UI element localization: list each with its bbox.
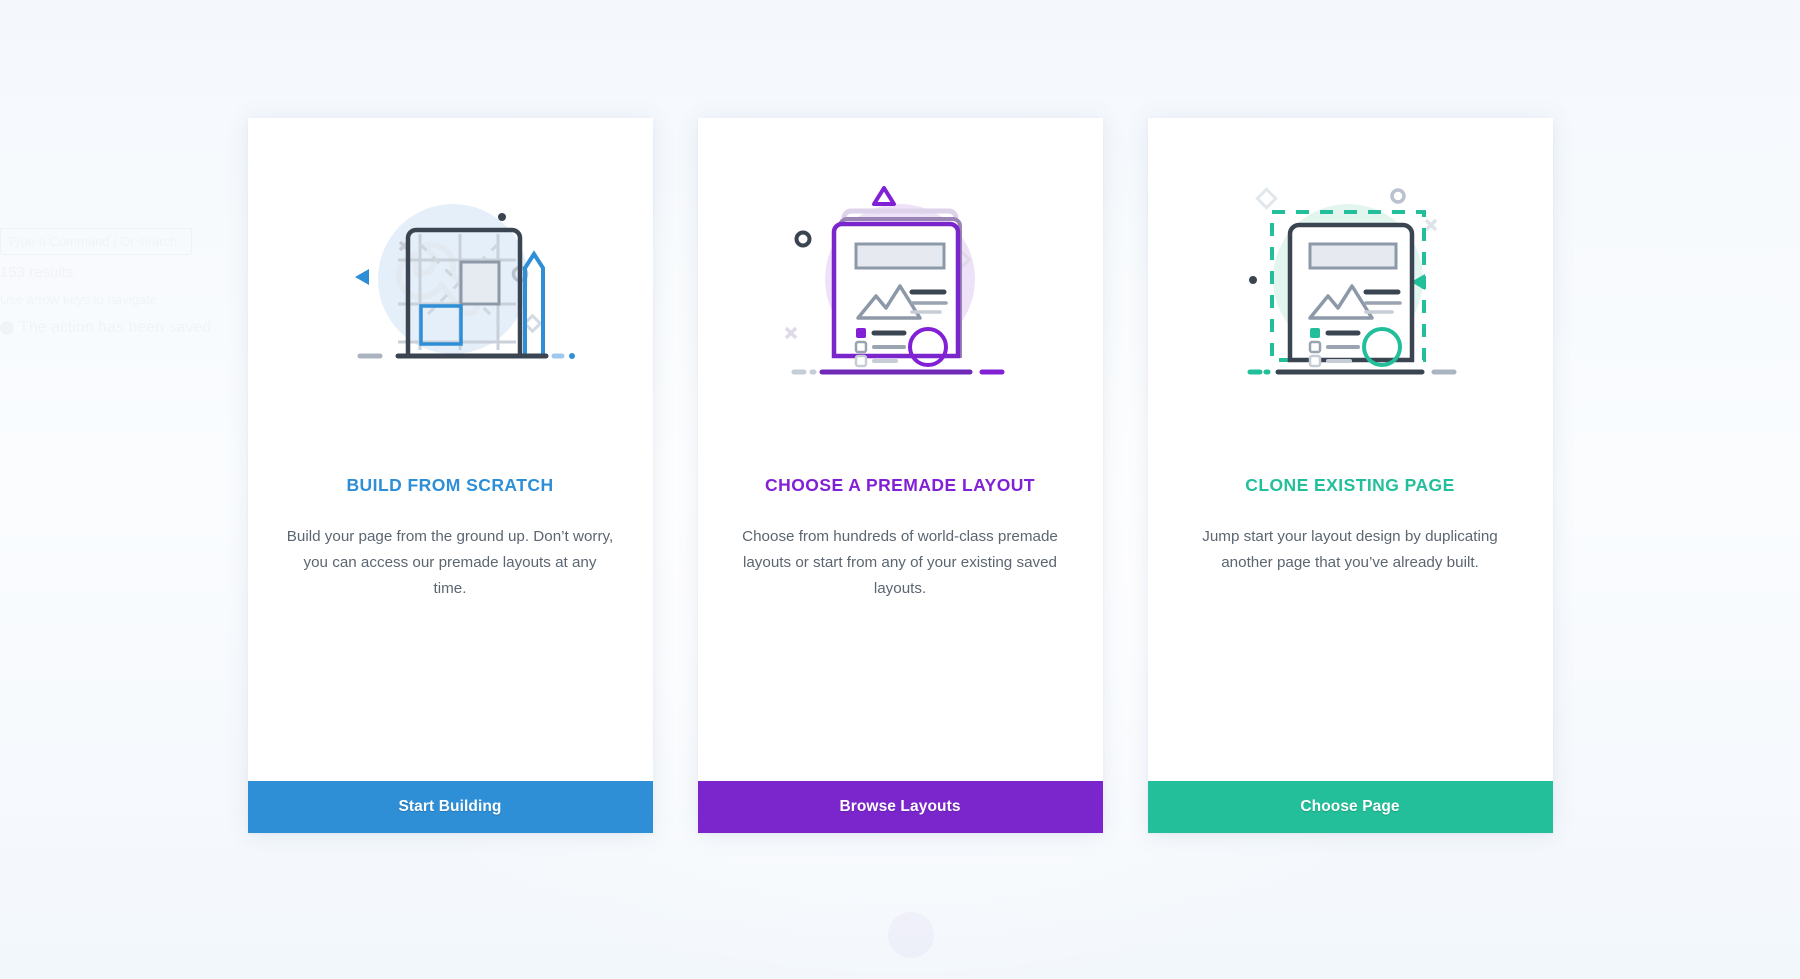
card-clone-existing-page[interactable]: CLONE EXISTING PAGE Jump start your layo… [1147, 118, 1553, 833]
card-description: Build your page from the ground up. Don’… [286, 528, 614, 597]
choose-page-button[interactable]: Choose Page [1147, 781, 1553, 833]
start-building-button[interactable]: Start Building [247, 781, 653, 833]
card-title: BUILD FROM SCRATCH [346, 475, 554, 495]
card-choose-a-premade-layout[interactable]: CHOOSE A PREMADE LAYOUT Choose from hund… [697, 118, 1103, 833]
card-title: CLONE EXISTING PAGE [1245, 475, 1455, 495]
card-build-from-scratch[interactable]: BUILD FROM SCRATCH Build your page from … [247, 118, 653, 833]
duplicate-page-icon [1247, 187, 1457, 375]
browse-layouts-button[interactable]: Browse Layouts [697, 781, 1103, 833]
option-card-list: BUILD FROM SCRATCH Build your page from … [0, 118, 1800, 833]
card-description: Choose from hundreds of world-class prem… [742, 528, 1058, 597]
stacked-pages-icon [784, 186, 1005, 375]
ghost-floating-action-button [888, 912, 934, 958]
card-title: CHOOSE A PREMADE LAYOUT [765, 475, 1035, 495]
card-description: Jump start your layout design by duplica… [1202, 528, 1498, 571]
blueprint-grid-icon [355, 204, 575, 359]
